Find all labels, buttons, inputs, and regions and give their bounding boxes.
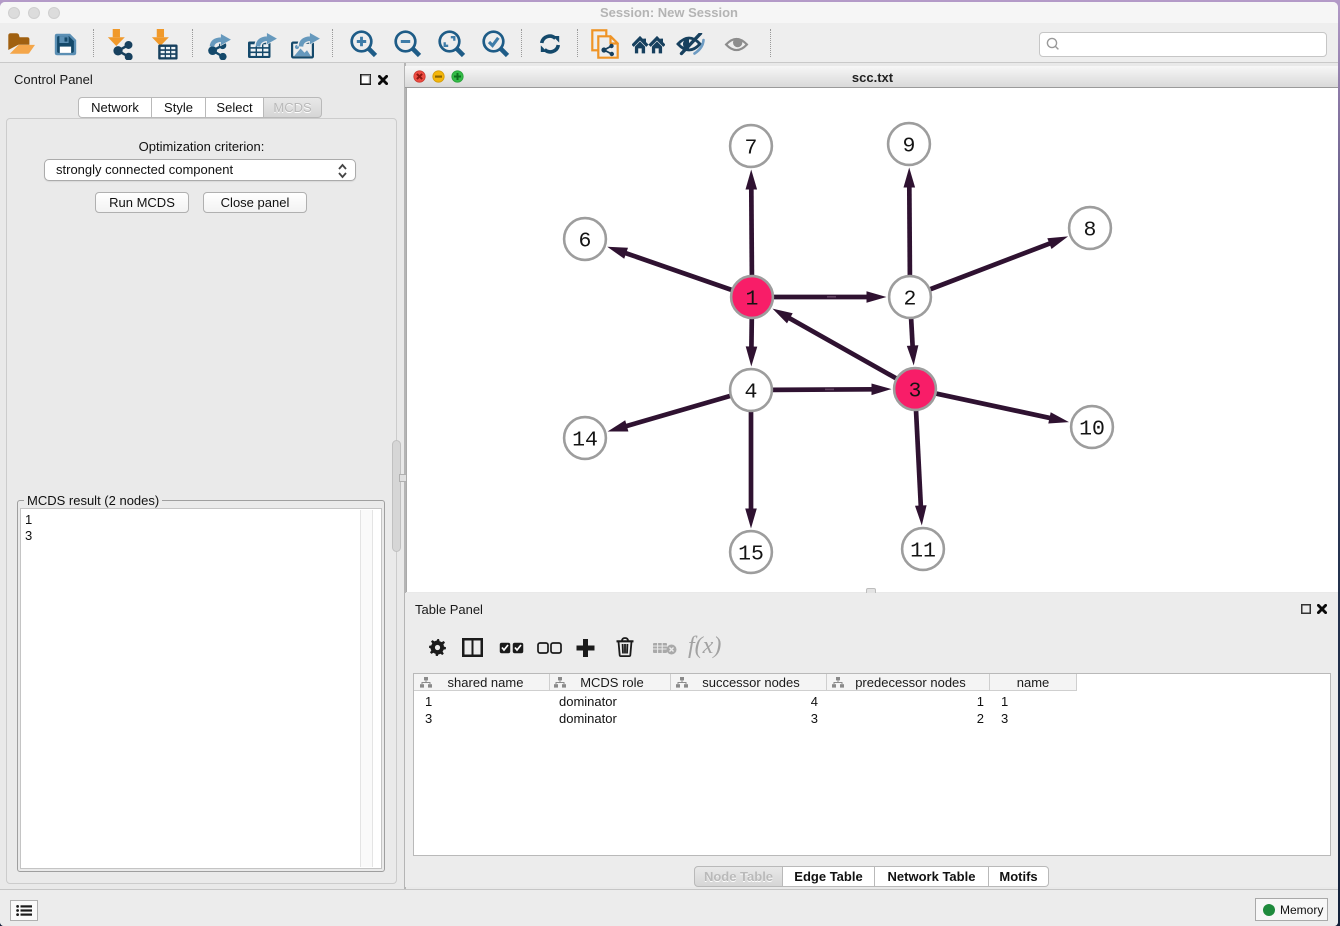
- svg-text:7: 7: [745, 137, 758, 161]
- svg-text:3: 3: [909, 380, 922, 404]
- svg-text:2: 2: [904, 288, 917, 312]
- svg-text:14: 14: [572, 429, 598, 453]
- svg-text:8: 8: [1084, 219, 1097, 243]
- svg-text:11: 11: [910, 540, 936, 564]
- svg-text:1: 1: [746, 288, 759, 312]
- svg-text:6: 6: [579, 230, 592, 254]
- svg-text:10: 10: [1079, 418, 1105, 442]
- svg-text:9: 9: [903, 135, 916, 159]
- svg-text:4: 4: [745, 381, 758, 405]
- svg-text:15: 15: [738, 543, 764, 567]
